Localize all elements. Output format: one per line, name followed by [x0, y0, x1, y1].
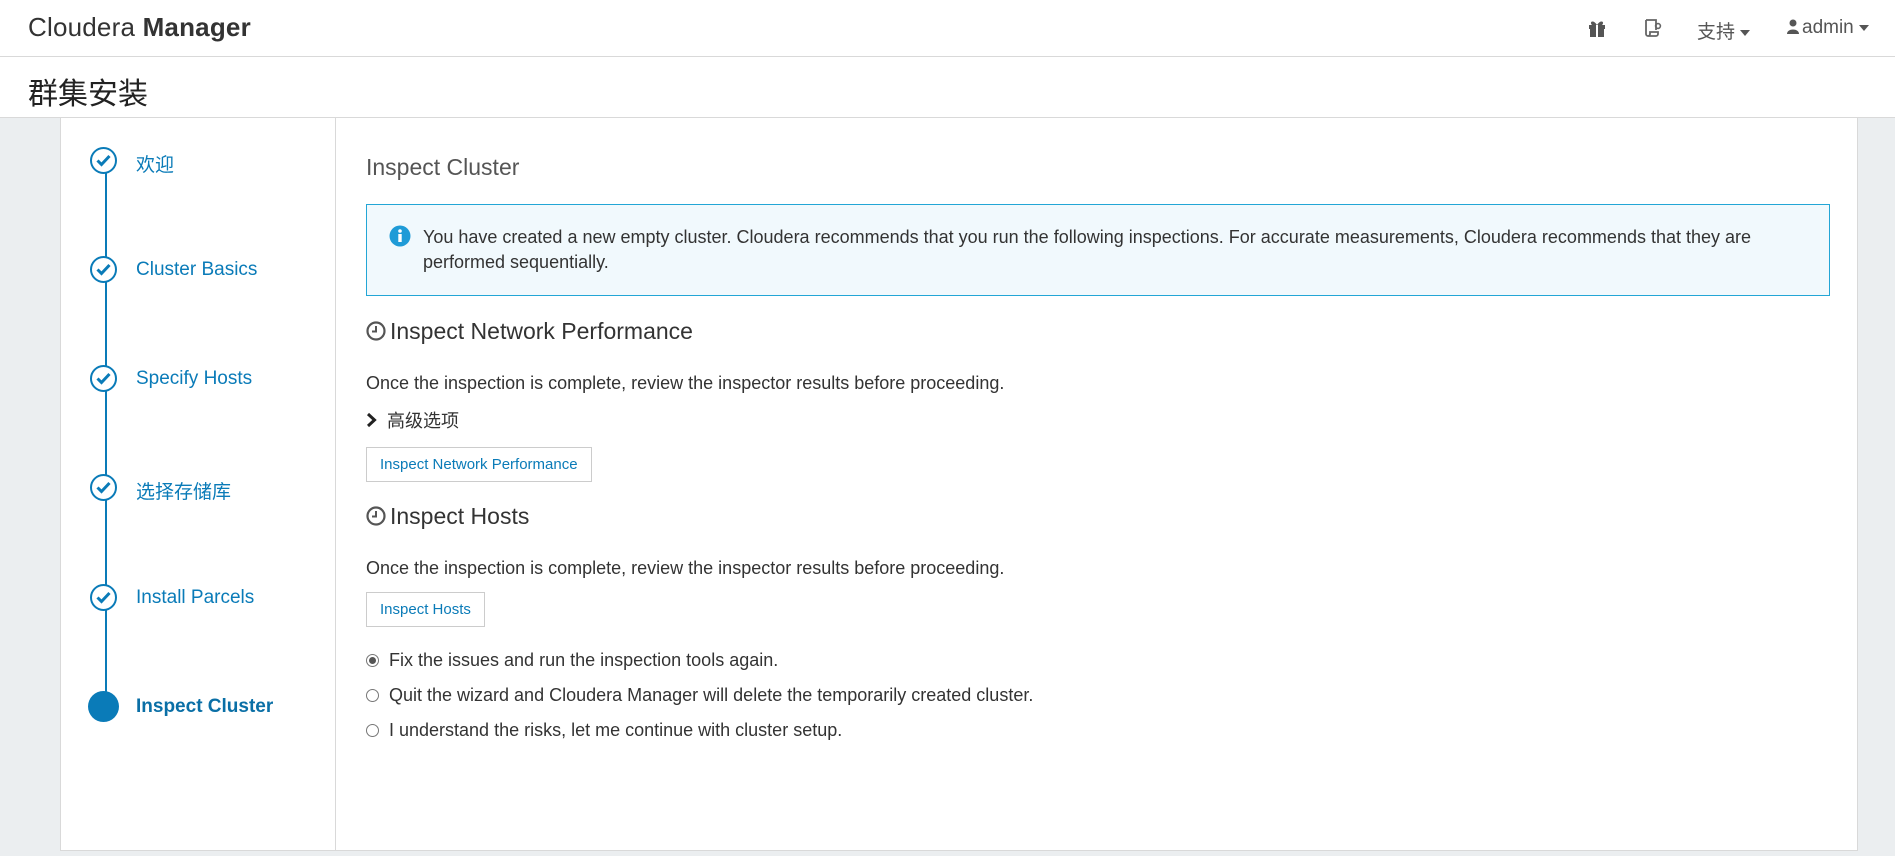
- wizard-steps: 欢迎 Cluster Basics Specify Hosts 选择存储库 In…: [61, 118, 336, 850]
- step-label: Cluster Basics: [136, 259, 258, 280]
- step-label: Install Parcels: [136, 587, 255, 608]
- radio-button[interactable]: [366, 724, 379, 737]
- advanced-options-label: 高级选项: [387, 411, 459, 431]
- check-icon: [90, 474, 117, 501]
- hosts-section-heading: Inspect Hosts: [366, 503, 529, 530]
- content-title: Inspect Cluster: [366, 154, 520, 180]
- check-icon: [90, 256, 117, 283]
- top-navbar: Cloudera Manager 支持 admin: [0, 0, 1895, 57]
- radio-button[interactable]: [366, 654, 379, 667]
- option-label: Quit the wizard and Cloudera Manager wil…: [389, 685, 1034, 705]
- user-icon: [1787, 19, 1799, 34]
- main-content: Inspect Cluster You have created a new e…: [366, 118, 1836, 850]
- option-label: Fix the issues and run the inspection to…: [389, 650, 779, 670]
- alert-text: You have created a new empty cluster. Cl…: [423, 227, 1752, 272]
- option-label: I understand the risks, let me continue …: [389, 720, 843, 740]
- network-section-heading: Inspect Network Performance: [366, 318, 693, 345]
- step-label: Inspect Cluster: [136, 696, 274, 717]
- workspace: 欢迎 Cluster Basics Specify Hosts 选择存储库 In…: [0, 118, 1895, 856]
- inspect-hosts-button[interactable]: Inspect Hosts: [366, 592, 485, 627]
- radio-button[interactable]: [366, 689, 379, 702]
- advanced-options-toggle[interactable]: 高级选项: [366, 407, 459, 433]
- network-heading-text: Inspect Network Performance: [390, 318, 693, 344]
- option-fix-issues[interactable]: Fix the issues and run the inspection to…: [366, 650, 778, 671]
- wizard-panel: 欢迎 Cluster Basics Specify Hosts 选择存储库 In…: [60, 118, 1858, 851]
- network-description: Once the inspection is complete, review …: [366, 373, 1005, 393]
- brand-logo[interactable]: Cloudera Manager: [28, 12, 251, 43]
- user-menu[interactable]: admin: [1787, 17, 1869, 39]
- chevron-down-icon: [1740, 29, 1751, 36]
- brand-name-light: Cloudera: [28, 12, 136, 42]
- info-icon: [389, 225, 411, 247]
- hosts-description: Once the inspection is complete, review …: [366, 558, 1005, 578]
- step-connector-line: [105, 164, 107, 711]
- check-icon: [90, 584, 117, 611]
- option-continue-setup[interactable]: I understand the risks, let me continue …: [366, 720, 842, 741]
- page-title-bar: 群集安装: [0, 57, 1895, 118]
- page-title: 群集安装: [28, 78, 148, 111]
- info-alert: You have created a new empty cluster. Cl…: [366, 204, 1830, 296]
- brand-name-bold: Manager: [142, 12, 251, 42]
- clock-icon: [366, 506, 386, 526]
- step-label: 欢迎: [136, 155, 175, 176]
- user-label: admin: [1802, 17, 1854, 38]
- step-label: Specify Hosts: [136, 368, 253, 389]
- check-icon: [90, 365, 117, 392]
- support-label: 支持: [1697, 22, 1736, 43]
- step-label: 选择存储库: [136, 482, 232, 503]
- option-quit-wizard[interactable]: Quit the wizard and Cloudera Manager wil…: [366, 685, 1033, 706]
- chevron-right-icon: [366, 412, 377, 428]
- inspect-network-button[interactable]: Inspect Network Performance: [366, 447, 592, 482]
- check-icon: [90, 147, 117, 174]
- support-menu[interactable]: 支持: [1697, 17, 1751, 44]
- clock-icon: [366, 321, 386, 341]
- hosts-heading-text: Inspect Hosts: [390, 503, 530, 529]
- commands-icon[interactable]: [1641, 17, 1665, 41]
- current-step-icon: [88, 691, 119, 722]
- gift-icon[interactable]: [1586, 17, 1610, 41]
- chevron-down-icon: [1858, 24, 1869, 31]
